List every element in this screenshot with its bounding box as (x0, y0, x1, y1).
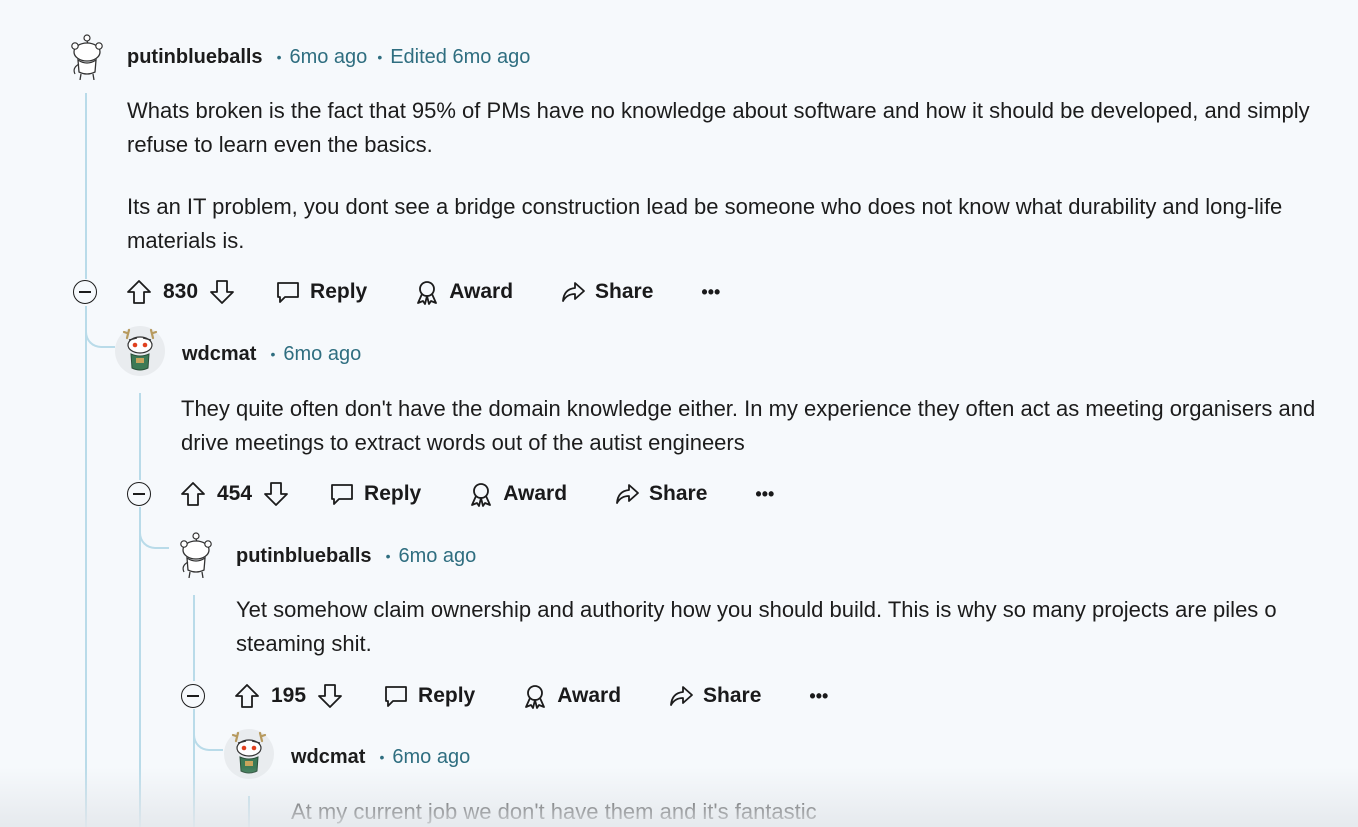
comment-body: Yet somehow claim ownership and authorit… (236, 593, 1346, 661)
share-button[interactable]: Share (667, 682, 761, 710)
meta-separator: • (276, 49, 282, 65)
reply-label: Reply (310, 280, 368, 303)
comment-body: They quite often don't have the domain k… (181, 392, 1331, 460)
upvote-icon[interactable] (179, 480, 207, 508)
share-icon (559, 278, 587, 306)
thread-line-level-1[interactable] (85, 93, 87, 279)
share-label: Share (595, 280, 654, 303)
comment-paragraph: Whats broken is the fact that 95% of PMs… (127, 98, 1310, 157)
downvote-icon[interactable] (208, 278, 236, 306)
collapse-thread-button[interactable] (73, 280, 97, 304)
thread-line-level-2[interactable] (139, 507, 141, 827)
username-link[interactable]: putinblueballs (236, 545, 372, 568)
collapse-thread-button[interactable] (127, 482, 151, 506)
comment-paragraph: Yet somehow claim ownership and authorit… (236, 597, 1277, 656)
share-button[interactable]: Share (613, 480, 707, 508)
vote-score: 195 (271, 684, 307, 707)
award-label: Award (503, 482, 568, 505)
reply-label: Reply (418, 684, 476, 707)
award-icon (521, 682, 549, 710)
comment-paragraph: They quite often don't have the domain k… (181, 396, 1316, 455)
thread-line-level-1[interactable] (85, 306, 87, 827)
username-link[interactable]: putinblueballs (127, 46, 263, 69)
award-icon (413, 278, 441, 306)
meta-separator: • (377, 49, 383, 65)
award-icon (467, 480, 495, 508)
award-label: Award (449, 280, 514, 303)
downvote-icon[interactable] (316, 682, 344, 710)
thread-line-level-4[interactable] (248, 796, 250, 827)
award-button[interactable]: Award (413, 278, 513, 306)
collapse-thread-button[interactable] (181, 684, 205, 708)
share-icon (613, 480, 641, 508)
comment-action-bar: 830 Reply Award Share ••• (73, 272, 720, 312)
edited-timestamp: Edited 6mo ago (390, 45, 531, 68)
comment-thread: putinblueballs • 6mo ago • Edited 6mo ag… (0, 0, 1358, 827)
reply-button[interactable]: Reply (382, 682, 475, 710)
thread-line-level-3[interactable] (193, 595, 195, 681)
comment-meta: wdcmat • 6mo ago (182, 340, 361, 368)
downvote-icon[interactable] (262, 480, 290, 508)
comment-body: Whats broken is the fact that 95% of PMs… (127, 94, 1317, 258)
reply-button[interactable]: Reply (274, 278, 367, 306)
share-button[interactable]: Share (559, 278, 653, 306)
comment-meta: wdcmat • 6mo ago (291, 743, 470, 771)
thread-connector (85, 306, 115, 348)
comment-meta: putinblueballs • 6mo ago • Edited 6mo ag… (127, 43, 530, 71)
meta-separator: • (379, 749, 385, 765)
comment-paragraph: Its an IT problem, you dont see a bridge… (127, 194, 1283, 253)
share-label: Share (649, 482, 708, 505)
snoo-antlers-avatar-icon[interactable] (224, 729, 274, 779)
vote-score: 454 (217, 482, 253, 505)
snoo-default-avatar-icon[interactable] (62, 30, 112, 80)
snoo-default-avatar-icon[interactable] (171, 528, 221, 578)
more-options-button[interactable]: ••• (755, 484, 774, 505)
timestamp[interactable]: 6mo ago (283, 343, 361, 366)
username-link[interactable]: wdcmat (182, 343, 256, 366)
more-options-button[interactable]: ••• (809, 686, 828, 707)
award-button[interactable]: Award (521, 682, 621, 710)
thread-line-level-2[interactable] (139, 393, 141, 480)
upvote-icon[interactable] (233, 682, 261, 710)
timestamp[interactable]: 6mo ago (289, 46, 367, 69)
more-options-button[interactable]: ••• (701, 282, 720, 303)
reply-label: Reply (364, 482, 422, 505)
snoo-antlers-avatar-icon[interactable] (115, 326, 165, 376)
meta-separator: • (385, 548, 391, 564)
comment-body: At my current job we don't have them and… (291, 795, 1341, 827)
award-label: Award (557, 684, 622, 707)
timestamp[interactable]: 6mo ago (398, 545, 476, 568)
award-button[interactable]: Award (467, 480, 567, 508)
comment-icon (328, 480, 356, 508)
comment-action-bar: 195 Reply Award Share ••• (181, 676, 828, 716)
share-label: Share (703, 684, 762, 707)
comment-meta: putinblueballs • 6mo ago (236, 542, 476, 570)
upvote-icon[interactable] (125, 278, 153, 306)
meta-separator: • (270, 346, 276, 362)
reply-button[interactable]: Reply (328, 480, 421, 508)
comment-icon (274, 278, 302, 306)
comment-paragraph: At my current job we don't have them and… (291, 799, 817, 824)
timestamp[interactable]: 6mo ago (392, 746, 470, 769)
share-icon (667, 682, 695, 710)
vote-score: 830 (163, 280, 199, 303)
comment-action-bar: 454 Reply Award Share ••• (127, 474, 774, 514)
username-link[interactable]: wdcmat (291, 746, 365, 769)
comment-icon (382, 682, 410, 710)
